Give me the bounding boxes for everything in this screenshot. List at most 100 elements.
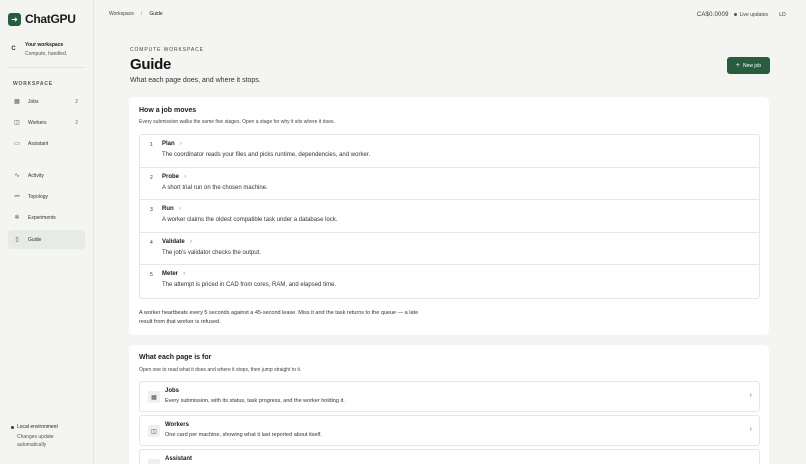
sidebar-section-label: WORKSPACE <box>13 81 53 87</box>
sidebar-item-topology[interactable]: ⚯ Topology <box>8 187 85 206</box>
arrow-right-icon: ➜ <box>8 12 21 26</box>
sidebar-item-activity[interactable]: ∿ Activity <box>8 166 85 185</box>
stage-number: 1 <box>150 142 153 148</box>
workspace-avatar: C <box>11 45 16 52</box>
sidebar-item-label: Workers <box>28 119 47 126</box>
workspace-title: Your workspace <box>25 42 64 48</box>
stage-name: Run? <box>162 206 181 213</box>
flask-icon: ✲ <box>14 215 20 221</box>
top-right: CA$0.0009 Live updates LD <box>697 9 788 20</box>
sidebar-item-label: Topology <box>28 193 49 200</box>
sidebar-item-experiments[interactable]: ✲ Experiments <box>8 208 85 227</box>
breadcrumb-separator: / <box>140 11 143 17</box>
divider <box>8 67 85 68</box>
live-dot-icon <box>733 13 737 16</box>
live-updates[interactable]: Live updates <box>733 11 768 18</box>
environment-title: Local environment <box>17 424 58 430</box>
workspace-card[interactable]: C Your workspace Compute, handled. <box>8 42 67 57</box>
sidebar-item-jobs[interactable]: ▦ Jobs 2 <box>8 92 85 111</box>
page-description: One card per machine, showing what it la… <box>165 432 322 438</box>
card-title: What each page is for <box>139 354 212 361</box>
eyebrow: COMPUTE WORKSPACE <box>130 47 204 53</box>
card-subtitle: Open one to read what it does and where … <box>139 367 302 373</box>
brand-name: ChatGPU <box>25 12 76 26</box>
sidebar-item-label: Jobs <box>28 98 39 105</box>
stage-description: The attempt is priced in CAD from cores,… <box>162 282 337 288</box>
environment-line-2: automatically <box>17 442 47 448</box>
stage-name: Probe? <box>162 173 187 180</box>
stage-name: Validate? <box>162 238 192 245</box>
sidebar-item-label: Activity <box>28 172 44 179</box>
page-name: Assistant <box>165 456 193 462</box>
stage-number: 5 <box>150 272 153 278</box>
pulse-icon: ∿ <box>14 173 20 179</box>
pages-card: What each page is for Open one to read w… <box>129 345 769 464</box>
stage-probe[interactable]: 2 Probe? A short trial run on the chosen… <box>140 168 759 200</box>
stage-plan[interactable]: 1 Plan? The coordinator reads your files… <box>140 135 759 168</box>
chevron-right-icon: › <box>749 426 752 433</box>
sidebar-item-label: Experiments <box>28 214 56 221</box>
breadcrumb: Workspace / Guide <box>109 11 163 17</box>
live-updates-label: Live updates <box>739 11 768 18</box>
grid-icon: ▦ <box>14 99 20 105</box>
chevron-right-icon: › <box>749 392 752 399</box>
stage-validate[interactable]: 4 Validate? The job's validator checks t… <box>140 233 759 265</box>
sidebar-item-count: 2 <box>75 98 78 105</box>
page-row-workers[interactable]: ◫ Workers One card per machine, showing … <box>139 415 760 446</box>
card-subtitle: Every submission walks the same five sta… <box>139 119 335 125</box>
info-icon[interactable]: ? <box>183 271 185 276</box>
chat-icon: ▭ <box>14 141 20 147</box>
avatar[interactable]: LD <box>777 9 788 20</box>
stage-number: 4 <box>150 239 153 246</box>
stage-description: A short trial run on the chosen machine. <box>162 184 268 191</box>
chat-icon: ▭ <box>148 459 160 464</box>
sidebar-item-guide[interactable]: ▯ Guide <box>8 230 85 249</box>
stage-number: 3 <box>150 207 153 213</box>
stage-description: The coordinator reads your files and pic… <box>162 152 371 158</box>
brand[interactable]: ➜ ChatGPU <box>8 12 76 26</box>
link-icon: ⚯ <box>14 194 20 200</box>
book-icon: ▯ <box>15 237 19 243</box>
status-dot-icon <box>11 425 14 429</box>
layers-icon: ◫ <box>148 425 160 437</box>
grid-icon: ▦ <box>148 391 160 403</box>
workspace-subtitle: Compute, handled. <box>25 51 68 57</box>
page-row-assistant[interactable]: ▭ Assistant <box>139 449 760 464</box>
stage-description: The job's validator checks the output. <box>162 249 261 256</box>
page-subtitle: What each page does, and where it stops. <box>130 77 261 84</box>
page-row-jobs[interactable]: ▦ Jobs Every submission, with its status… <box>139 381 760 412</box>
lease-note: A worker heartbeats every 5 seconds agai… <box>139 310 419 325</box>
breadcrumb-guide: Guide <box>149 11 163 17</box>
stage-run[interactable]: 3 Run? A worker claims the oldest compat… <box>140 200 759 233</box>
plus-icon: + <box>735 62 740 69</box>
stage-description: A worker claims the oldest compatible ta… <box>162 217 338 223</box>
job-stages-card: How a job moves Every submission walks t… <box>129 97 769 335</box>
info-icon[interactable]: ? <box>180 141 182 146</box>
stage-name: Meter? <box>162 271 186 278</box>
sidebar-item-count: 2 <box>75 119 78 126</box>
environment-line-1: Changes update <box>17 434 54 440</box>
stage-name: Plan? <box>162 141 182 148</box>
sidebar-item-label: Assistant <box>28 140 49 147</box>
sidebar-item-assistant[interactable]: ▭ Assistant <box>8 134 85 153</box>
card-title: How a job moves <box>139 107 197 114</box>
sidebar: ➜ ChatGPU C Your workspace Compute, hand… <box>0 0 94 464</box>
info-icon[interactable]: ? <box>184 174 186 179</box>
page-name: Workers <box>165 422 189 428</box>
stage-meter[interactable]: 5 Meter? The attempt is priced in CAD fr… <box>140 265 759 298</box>
new-job-button[interactable]: + New job <box>727 57 770 74</box>
breadcrumb-workspace[interactable]: Workspace <box>109 11 134 17</box>
balance: CA$0.0009 <box>696 11 729 18</box>
info-icon[interactable]: ? <box>190 239 192 244</box>
stage-list: 1 Plan? The coordinator reads your files… <box>139 134 760 299</box>
page-description: Every submission, with its status, task … <box>165 398 345 404</box>
info-icon[interactable]: ? <box>179 206 181 211</box>
page-list: ▦ Jobs Every submission, with its status… <box>139 381 760 464</box>
page-title: Guide <box>130 56 172 73</box>
top-bar: Workspace / Guide CA$0.0009 Live updates… <box>94 0 806 29</box>
sidebar-item-label: Guide <box>28 236 42 243</box>
environment-status: Local environment Changes update automat… <box>11 424 58 449</box>
sidebar-item-workers[interactable]: ◫ Workers 2 <box>8 113 85 132</box>
page-name: Jobs <box>165 388 180 394</box>
new-job-label: New job <box>743 62 762 69</box>
